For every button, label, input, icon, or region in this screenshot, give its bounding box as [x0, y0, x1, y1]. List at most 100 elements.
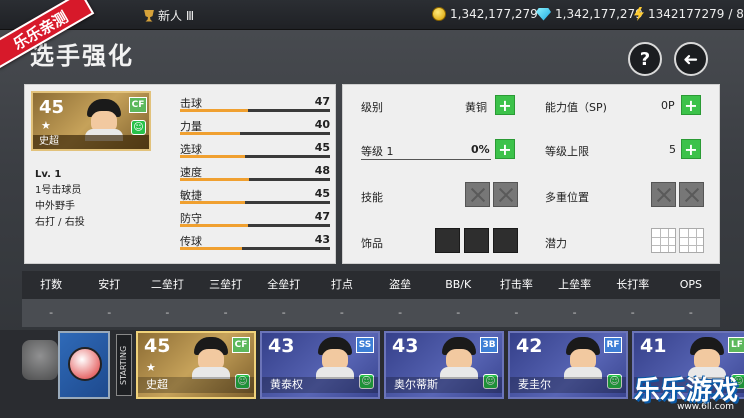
stat-row: 敏捷 45	[180, 183, 330, 206]
ability-plus-button[interactable]: +	[681, 95, 701, 115]
table-value-cell: -	[398, 306, 403, 319]
lineup-card[interactable]: 45 ★ CF ☺ 史超	[136, 331, 256, 399]
table-header-cell: 长打率	[616, 278, 650, 291]
stat-bar	[180, 201, 330, 204]
skill-slot-2[interactable]	[493, 182, 518, 207]
coin-amount: 1,342,177,279	[450, 7, 538, 21]
gem-amount: 1,342,177,279	[555, 7, 643, 21]
accessory-label: 饰品	[361, 237, 383, 250]
lineup-card-rating: 42	[516, 335, 543, 357]
lineup-player-name: 奥尔蒂斯	[386, 377, 502, 393]
grade-label: 级别	[361, 101, 383, 114]
stat-bar-fill	[180, 109, 248, 112]
lineup-card[interactable]: 42 RF ☺ 麦圭尔	[508, 331, 628, 399]
potential-grid-2[interactable]	[679, 228, 704, 253]
table-header-cell: 全垒打	[267, 278, 301, 291]
stats-table-values: ------------	[22, 299, 720, 327]
stat-bar-fill	[180, 247, 242, 250]
accessory-slot-1[interactable]	[435, 228, 460, 253]
star-icon: ★	[146, 361, 156, 374]
potential-grid-1[interactable]	[651, 228, 676, 253]
stat-bar-fill	[180, 155, 245, 158]
lineup-position-badge: 3B	[480, 337, 498, 353]
table-header-cell: 打击率	[499, 278, 533, 291]
energy-amount: 1342177279	[648, 7, 725, 21]
stat-value: 43	[314, 233, 330, 246]
level-label: 等级 1	[361, 145, 394, 158]
watermark-url: www.6ll.com	[677, 402, 734, 412]
lineup-player-avatar	[316, 337, 354, 379]
level-underline	[361, 159, 491, 160]
upgrade-panel: 级别 黄铜 + 能力值（SP) 0P + 等级 1 0% + 等级上限 5 + …	[342, 84, 720, 264]
trophy-icon	[144, 9, 154, 22]
card-player-name: 史超	[33, 135, 149, 149]
potential-label: 潜力	[545, 237, 567, 250]
stat-bar-fill	[180, 224, 248, 227]
lineup-position-badge: CF	[232, 337, 250, 353]
stat-row: 防守 47	[180, 206, 330, 229]
skill-label: 技能	[361, 191, 383, 204]
player-batting-order: 1号击球员	[35, 185, 82, 196]
stat-bar	[180, 178, 330, 181]
player-card[interactable]: 45 ★ CF ☺ 史超	[31, 91, 151, 151]
lineup-card-rating: 45	[144, 335, 171, 357]
stat-bar	[180, 109, 330, 112]
gem-display[interactable]: 1,342,177,279	[536, 7, 643, 21]
table-value-cell: -	[165, 306, 170, 319]
gem-icon	[536, 7, 551, 21]
table-header-cell: 上垒率	[558, 278, 592, 291]
grade-value: 黄铜	[465, 101, 487, 114]
skill-slot-1[interactable]	[465, 182, 490, 207]
stats-table-header: 打数 安打 二垒打 三垒打 全垒打 打点 盗垒 BB/K 打击率 上垒率 长打率 OPS	[22, 271, 720, 299]
player-panel: 45 ★ CF ☺ 史超 Lv. 1 1号击球员 中外野手 右打 / 右投 击球…	[24, 84, 336, 264]
back-button[interactable]: ➜	[674, 42, 708, 76]
stat-row: 力量 40	[180, 114, 330, 137]
accessory-slot-3[interactable]	[493, 228, 518, 253]
coin-icon	[432, 7, 446, 21]
stat-value: 48	[314, 164, 330, 177]
table-header-cell: 三垒打	[209, 278, 243, 291]
team-logo[interactable]	[58, 331, 110, 399]
stat-bar-fill	[180, 132, 240, 135]
stat-bar	[180, 247, 330, 250]
stat-value: 47	[314, 210, 330, 223]
stat-row: 选球 45	[180, 137, 330, 160]
card-rating: 45	[39, 97, 65, 118]
energy-display[interactable]: 1342177279 / 8	[634, 7, 744, 21]
accessory-slot-2[interactable]	[464, 228, 489, 253]
lineup-card[interactable]: 43 3B ☺ 奥尔蒂斯	[384, 331, 504, 399]
multi-position-slot-2[interactable]	[679, 182, 704, 207]
table-value-cell: -	[514, 306, 519, 319]
player-avatar	[85, 99, 123, 141]
table-header-cell: BB/K	[445, 278, 472, 291]
star-icon: ★	[41, 119, 51, 132]
back-arrow-icon: ➜	[683, 48, 699, 70]
stat-value: 45	[314, 187, 330, 200]
table-value-cell: -	[630, 306, 635, 319]
table-value-cell: -	[456, 306, 461, 319]
lineup-player-avatar	[192, 337, 230, 379]
lineup-player-name: 麦圭尔	[510, 377, 626, 393]
lineup-position-badge: LF	[728, 337, 744, 353]
player-handedness: 右打 / 右投	[35, 217, 85, 228]
help-button[interactable]: ?	[628, 42, 662, 76]
team-logo-faded[interactable]	[22, 340, 58, 380]
grade-plus-button[interactable]: +	[495, 95, 515, 115]
stat-bar	[180, 224, 330, 227]
card-position-badge: CF	[129, 97, 147, 113]
coin-display[interactable]: 1,342,177,279	[432, 7, 538, 21]
table-value-cell: -	[49, 306, 54, 319]
lineup-player-avatar	[564, 337, 602, 379]
lineup-card[interactable]: 43 SS ☺ 黄泰权	[260, 331, 380, 399]
level-cap-plus-button[interactable]: +	[681, 139, 701, 159]
player-field-position: 中外野手	[35, 201, 75, 212]
level-progress-value: 0%	[471, 143, 490, 156]
multi-position-slot-1[interactable]	[651, 182, 676, 207]
stat-value: 45	[314, 141, 330, 154]
table-header-cell: 打数	[40, 278, 63, 291]
level-plus-button[interactable]: +	[495, 139, 515, 159]
condition-smile-icon: ☺	[131, 120, 146, 135]
level-cap-label: 等级上限	[545, 145, 589, 158]
stat-row: 击球 47	[180, 91, 330, 114]
stat-bar	[180, 155, 330, 158]
